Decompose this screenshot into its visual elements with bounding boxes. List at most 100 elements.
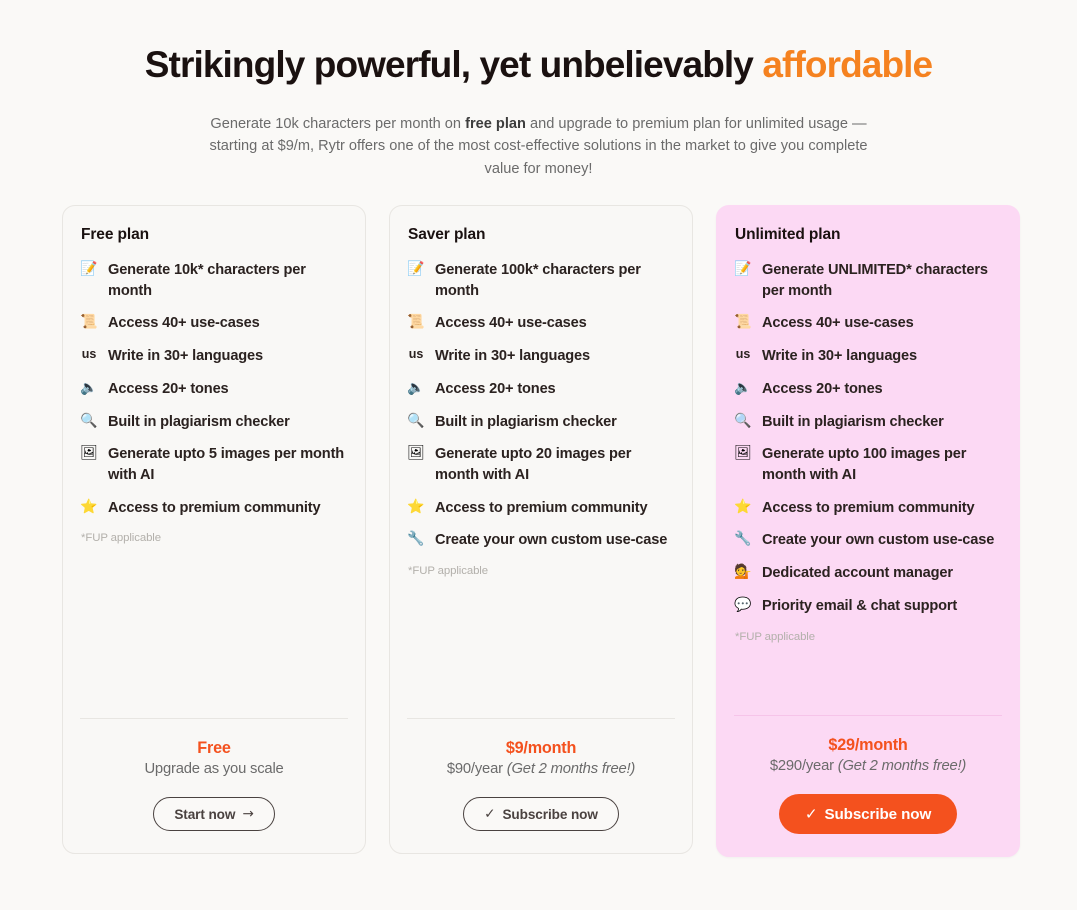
cta-container: Start now → — [80, 797, 348, 831]
feature-label: Access 20+ tones — [762, 380, 883, 397]
plan-price: Free — [197, 739, 231, 757]
feature-label: Built in plagiarism checker — [762, 413, 944, 430]
speech-balloon-icon: 💬 — [734, 596, 752, 613]
memo-icon: 📝 — [734, 261, 752, 277]
pricing-card-unlimited-plan: Unlimited plan 📝 Generate UNLIMITED* chara… — [716, 205, 1020, 857]
feature-item: 🔈 Access 20+ tones — [407, 379, 675, 400]
feature-item: 📝 Generate 10k* characters per month — [80, 260, 348, 301]
wrench-icon: 🔧 — [734, 531, 752, 548]
us-flag-icon: us — [408, 347, 424, 362]
feature-item: 💬 Priority email & chat support — [734, 596, 1002, 617]
framed-picture-icon: 🖼 — [734, 445, 752, 462]
feature-label: Dedicated account manager — [762, 565, 953, 582]
plan-price-promo: (Get 2 months free!) — [506, 761, 636, 777]
cta-button-saver-plan[interactable]: ✓ Subscribe now — [463, 797, 619, 831]
framed-picture-icon: 🖼 — [80, 445, 98, 462]
feature-item: 🔧 Create your own custom use-case — [734, 530, 1002, 551]
cta-button-unlimited-plan[interactable]: ✓ Subscribe now — [778, 794, 958, 834]
feature-item: 🔍 Built in plagiarism checker — [80, 412, 348, 433]
magnifier-icon: 🔍 — [407, 412, 425, 429]
feature-item: 📝 Generate UNLIMITED* characters per mont… — [734, 260, 1002, 301]
feature-label: Built in plagiarism checker — [108, 413, 290, 430]
feature-item: 📜 Access 40+ use-cases — [407, 313, 675, 334]
pricing-card-saver-plan: Saver plan 📝 Generate 100k* characters per… — [389, 205, 693, 854]
feature-item: 🔈 Access 20+ tones — [734, 379, 1002, 400]
magnifier-icon: 🔍 — [80, 412, 98, 429]
plan-price: $29/month — [828, 736, 908, 754]
plan-footer: $9/month $90/year (Get 2 months free!) ✓ Su… — [407, 718, 675, 831]
plan-price-promo: (Get 2 months free!) — [837, 758, 967, 774]
plan-price-secondary: $290/year (Get 2 months free!) — [734, 758, 1002, 774]
pricing-card-list: Free plan 📝 Generate 10k* characters per m… — [62, 205, 1021, 857]
fup-note: *FUP applicable — [81, 532, 161, 545]
feature-item: 🔈 Access 20+ tones — [80, 379, 348, 400]
feature-label: Create your own custom use-case — [762, 532, 995, 549]
feature-item: us Write in 30+ languages — [734, 346, 1002, 367]
feature-item: 🖼 Generate upto 5 images per month with A… — [80, 444, 348, 485]
feature-label: Generate 100k* characters per month — [435, 262, 641, 299]
feature-item: ⭐ Access to premium community — [734, 498, 1002, 519]
feature-item: ⭐ Access to premium community — [407, 498, 675, 519]
feature-label: Access 20+ tones — [435, 380, 556, 397]
feature-label: Generate upto 5 images per month with AI — [108, 446, 345, 484]
cta-button-free-plan[interactable]: Start now → — [153, 797, 275, 831]
arrow-right-icon: → — [242, 806, 254, 822]
feature-label: Generate upto 20 images per month with A… — [435, 446, 632, 484]
feature-item: 📝 Generate 100k* characters per month — [407, 260, 675, 301]
feature-label: Write in 30+ languages — [108, 348, 263, 365]
feature-item: 🔍 Built in plagiarism checker — [407, 412, 675, 433]
plan-footer: $29/month $290/year (Get 2 months free!) ✓… — [734, 715, 1002, 834]
check-icon: ✓ — [804, 805, 818, 823]
plan-name: Free plan — [81, 226, 150, 243]
footer-divider — [80, 718, 348, 719]
plan-price-yearly: $90/year — [446, 761, 507, 777]
us-flag-icon: us — [735, 347, 751, 362]
plan-price-yearly: $290/year — [769, 758, 838, 774]
feature-label: Generate upto 100 images per month with … — [762, 446, 967, 484]
check-icon: ✓ — [484, 806, 496, 822]
fup-note: *FUP applicable — [408, 565, 488, 578]
feature-item: 📜 Access 40+ use-cases — [734, 313, 1002, 334]
feature-label: Generate UNLIMITED* characters per month — [762, 262, 988, 299]
feature-label: Write in 30+ languages — [435, 348, 590, 365]
feature-label: Access to premium community — [435, 499, 648, 516]
pricing-page: Strikingly powerful, yet unbelievably af… — [0, 0, 1077, 910]
feature-label: Write in 30+ languages — [762, 348, 917, 365]
feature-item: 🖼 Generate upto 20 images per month with … — [407, 444, 675, 485]
feature-label: Access 40+ use-cases — [435, 315, 587, 332]
cta-label: Start now — [174, 806, 236, 822]
plan-price: $9/month — [505, 739, 577, 757]
plan-price-secondary: $90/year (Get 2 months free!) — [407, 761, 675, 777]
star-icon: ⭐ — [80, 498, 98, 515]
feature-label: Access 20+ tones — [108, 380, 229, 397]
framed-picture-icon: 🖼 — [407, 445, 425, 462]
feature-item: 💁 Dedicated account manager — [734, 563, 1002, 584]
feature-item: 🔧 Create your own custom use-case — [407, 530, 675, 551]
wrench-icon: 🔧 — [407, 531, 425, 548]
page-title-main: Strikingly powerful, yet unbelievably — [144, 44, 763, 85]
footer-divider — [407, 718, 675, 719]
feature-item: 🖼 Generate upto 100 images per month with… — [734, 444, 1002, 485]
plan-footer: Free Upgrade as you scale Start now → — [80, 718, 348, 831]
feature-list: 📝 Generate 100k* characters per month 📜 Acc… — [407, 260, 675, 551]
feature-item: ⭐ Access to premium community — [80, 498, 348, 519]
subtitle-bold-free-plan: free plan — [465, 115, 526, 132]
memo-icon: 📝 — [407, 261, 425, 277]
feature-item: 📜 Access 40+ use-cases — [80, 313, 348, 334]
speaker-icon: 🔈 — [80, 379, 98, 396]
feature-label: Priority email & chat support — [762, 597, 958, 614]
pricing-card-free-plan: Free plan 📝 Generate 10k* characters per m… — [62, 205, 366, 854]
page-title: Strikingly powerful, yet unbelievably af… — [0, 44, 1077, 87]
feature-label: Access 40+ use-cases — [762, 315, 914, 332]
feature-label: Create your own custom use-case — [435, 532, 668, 549]
feature-item: 🔍 Built in plagiarism checker — [734, 412, 1002, 433]
feature-list: 📝 Generate UNLIMITED* characters per mont… — [734, 260, 1002, 617]
speaker-icon: 🔈 — [734, 379, 752, 396]
scroll-icon: 📜 — [734, 314, 752, 331]
cta-label: Subscribe now — [502, 806, 598, 822]
plan-name: Unlimited plan — [735, 226, 841, 243]
feature-label: Built in plagiarism checker — [435, 413, 617, 430]
footer-divider — [734, 715, 1002, 716]
subtitle-part-1: Generate 10k characters per month on — [210, 115, 466, 132]
page-title-accent: affordable — [762, 44, 933, 85]
